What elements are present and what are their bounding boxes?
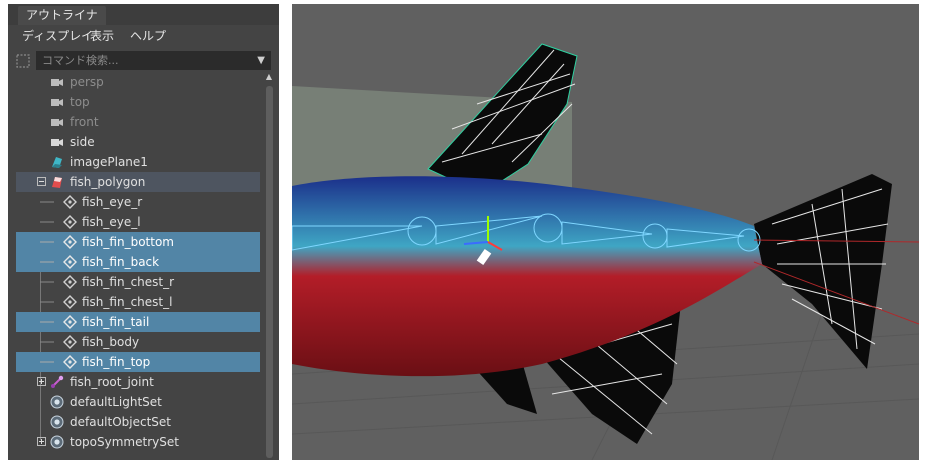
connector-dot-icon [40, 221, 54, 223]
tree-item-topo-symmetry-set[interactable]: topoSymmetrySet [16, 432, 260, 452]
connector-dot-icon [40, 201, 54, 203]
chevron-down-icon[interactable]: ▼ [257, 51, 265, 70]
menu-display[interactable]: ディスプレイ [22, 27, 93, 45]
tree-item-label: front [70, 115, 99, 129]
group-icon [63, 335, 77, 349]
expand-icon[interactable] [37, 377, 46, 386]
connector-dot-icon [40, 301, 54, 303]
tree-item-fish-fin-chest-l[interactable]: fish_fin_chest_l [16, 292, 260, 312]
search-input[interactable]: コマンド検索... [36, 51, 271, 70]
tree-item-label: fish_polygon [70, 175, 146, 189]
set-icon [50, 395, 64, 409]
mesh-icon [52, 177, 62, 188]
scroll-up-arrow-icon[interactable]: ▲ [264, 72, 274, 82]
tree-item-fish-fin-tail[interactable]: fish_fin_tail [16, 312, 260, 332]
camera-icon [51, 139, 63, 146]
outliner-tree: persp top front side imagePlane1 fish_po… [8, 72, 260, 460]
group-icon [63, 355, 77, 369]
tree-item-label: fish_eye_r [82, 195, 143, 209]
tree-item-top[interactable]: top [16, 92, 260, 112]
tab-bar: アウトライナ [8, 4, 279, 25]
connector-dot-icon [40, 241, 54, 243]
search-row: コマンド検索... ▼ [14, 51, 271, 71]
tree-item-default-object-set[interactable]: defaultObjectSet [16, 412, 260, 432]
set-icon [50, 435, 64, 449]
tree-item-label: fish_fin_back [82, 255, 160, 269]
tree-item-label: topoSymmetrySet [70, 435, 179, 449]
tree-item-label: fish_fin_top [82, 355, 151, 369]
menu-help[interactable]: ヘルプ [130, 27, 166, 45]
tree-item-label: fish_fin_tail [82, 315, 150, 329]
tree-item-label: top [70, 95, 90, 109]
tree-item-label: fish_root_joint [70, 375, 154, 389]
tree-item-fish-fin-chest-r[interactable]: fish_fin_chest_r [16, 272, 260, 292]
group-icon [63, 195, 77, 209]
fish-body[interactable] [292, 176, 762, 377]
scroll-thumb[interactable] [266, 86, 273, 458]
viewport-scene [292, 43, 919, 460]
connector-dot-icon [40, 281, 54, 283]
tree-item-label: fish_fin_chest_l [82, 295, 173, 309]
tree-item-label: side [70, 135, 95, 149]
image-plane-icon [52, 157, 62, 168]
group-icon [63, 235, 77, 249]
camera-icon [51, 119, 63, 126]
group-icon [63, 255, 77, 269]
connector-dot-icon [40, 261, 54, 263]
tree-item-front[interactable]: front [16, 112, 260, 132]
tree-item-label: fish_fin_bottom [82, 235, 174, 249]
camera-icon [51, 79, 63, 86]
filter-icon[interactable] [16, 54, 30, 68]
tree-item-label: defaultLightSet [70, 395, 162, 409]
camera-icon [51, 99, 63, 106]
tree-item-fish-root-joint[interactable]: fish_root_joint [16, 372, 260, 392]
tree-item-side[interactable]: side [16, 132, 260, 152]
menu-bar: ディスプレイ 表示 ヘルプ [8, 25, 279, 47]
tree-item-fish-eye-l[interactable]: fish_eye_l [16, 212, 260, 232]
group-icon [63, 215, 77, 229]
tree-item-imageplane1[interactable]: imagePlane1 [16, 152, 260, 172]
group-icon [63, 275, 77, 289]
expand-icon[interactable] [37, 437, 46, 446]
collapse-icon[interactable] [37, 177, 46, 186]
group-icon [63, 315, 77, 329]
tree-item-default-light-set[interactable]: defaultLightSet [16, 392, 260, 412]
tree-item-fish-fin-bottom[interactable]: fish_fin_bottom [16, 232, 260, 252]
tree-item-label: imagePlane1 [70, 155, 148, 169]
tree-item-label: fish_eye_l [82, 215, 141, 229]
outliner-scrollbar[interactable]: ▲ [264, 72, 274, 460]
tree-item-fish-body[interactable]: fish_body [16, 332, 260, 352]
tree-item-fish-fin-back[interactable]: fish_fin_back [16, 252, 260, 272]
tree-item-fish-fin-top[interactable]: fish_fin_top [16, 352, 260, 372]
connector-dot-icon [40, 361, 54, 363]
connector-dot-icon [40, 341, 54, 343]
tree-item-fish-eye-r[interactable]: fish_eye_r [16, 192, 260, 212]
tree-item-fish-polygon[interactable]: fish_polygon [16, 172, 260, 192]
tree-item-label: fish_body [82, 335, 140, 349]
tree-item-persp[interactable]: persp [16, 72, 260, 92]
group-icon [63, 295, 77, 309]
tree-item-label: persp [70, 75, 104, 89]
menu-show[interactable]: 表示 [90, 27, 114, 45]
tree-item-label: defaultObjectSet [70, 415, 172, 429]
3d-viewport[interactable] [292, 4, 919, 460]
connector-dot-icon [40, 321, 54, 323]
set-icon [50, 415, 64, 429]
tree-item-label: fish_fin_chest_r [82, 275, 175, 289]
joint-icon [51, 375, 64, 388]
outliner-panel: アウトライナ ディスプレイ 表示 ヘルプ コマンド検索... ▼ persp t… [8, 4, 279, 460]
tab-outliner[interactable]: アウトライナ [18, 6, 106, 25]
